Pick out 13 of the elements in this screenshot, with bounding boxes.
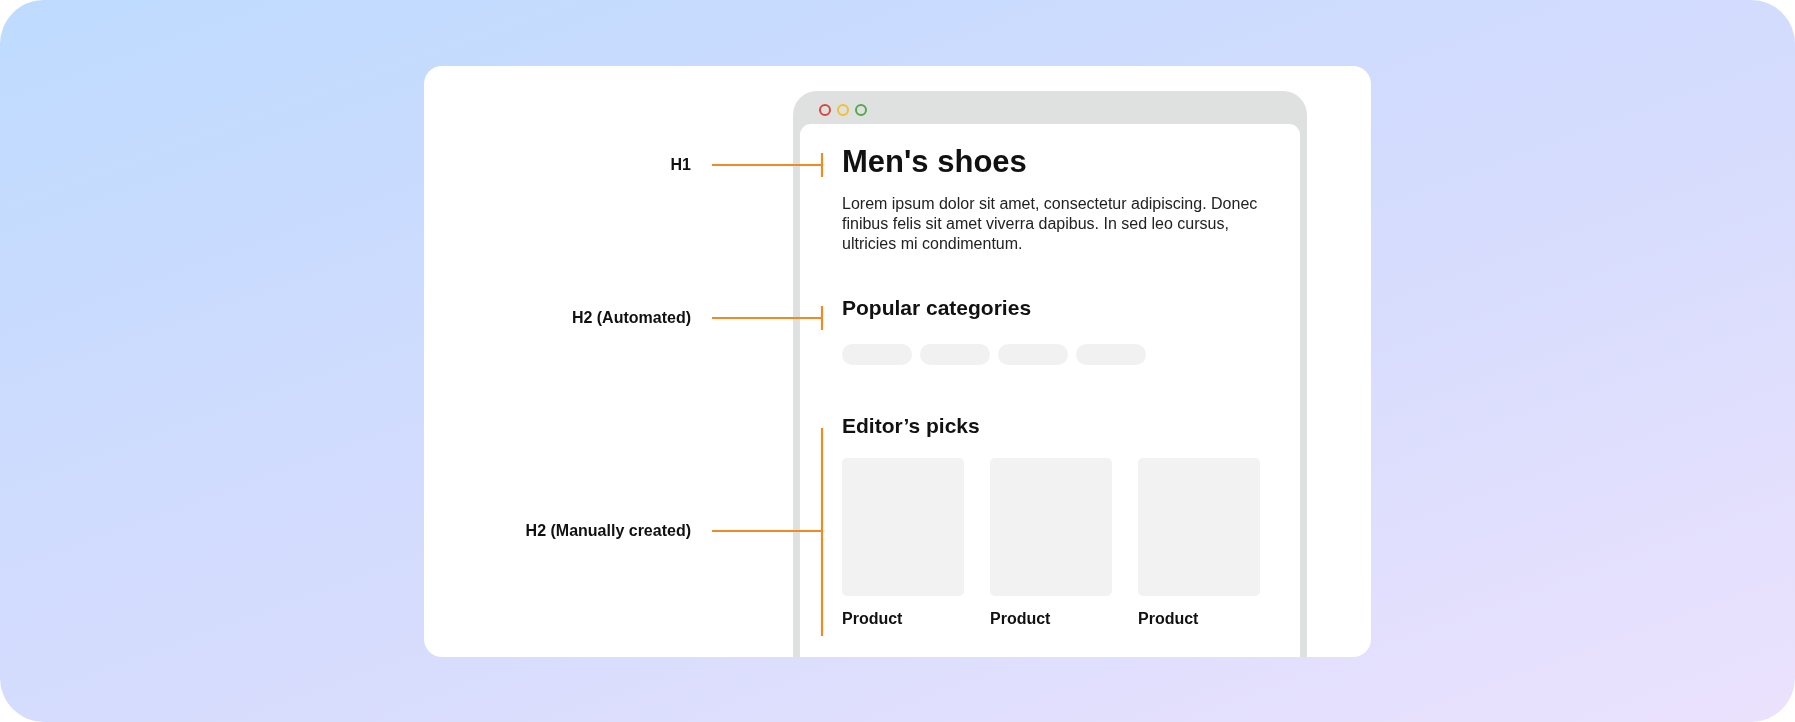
maximize-dot-icon: [855, 104, 867, 116]
section-heading: Popular categories: [842, 295, 1033, 321]
product-name: Product: [1138, 610, 1200, 628]
annotation-label: H2 (Manually created): [525, 521, 691, 541]
minimize-dot-icon: [837, 104, 849, 116]
product-name: Product: [842, 610, 904, 628]
annotation-label: H2 (Automated): [571, 308, 691, 328]
intro-paragraph: Lorem ipsum dolor sit amet, consectetur adipiscing. Donec finibus felis sit amet viverra dapibus. In sed leo cursus, ultricies mi condimentum.: [842, 194, 1259, 254]
annotation-label: H1: [670, 155, 691, 175]
page-heading: Men's shoes: [842, 143, 1028, 181]
close-dot-icon: [819, 104, 831, 116]
section-heading: Editor’s picks: [842, 413, 981, 439]
product-name: Product: [990, 610, 1052, 628]
